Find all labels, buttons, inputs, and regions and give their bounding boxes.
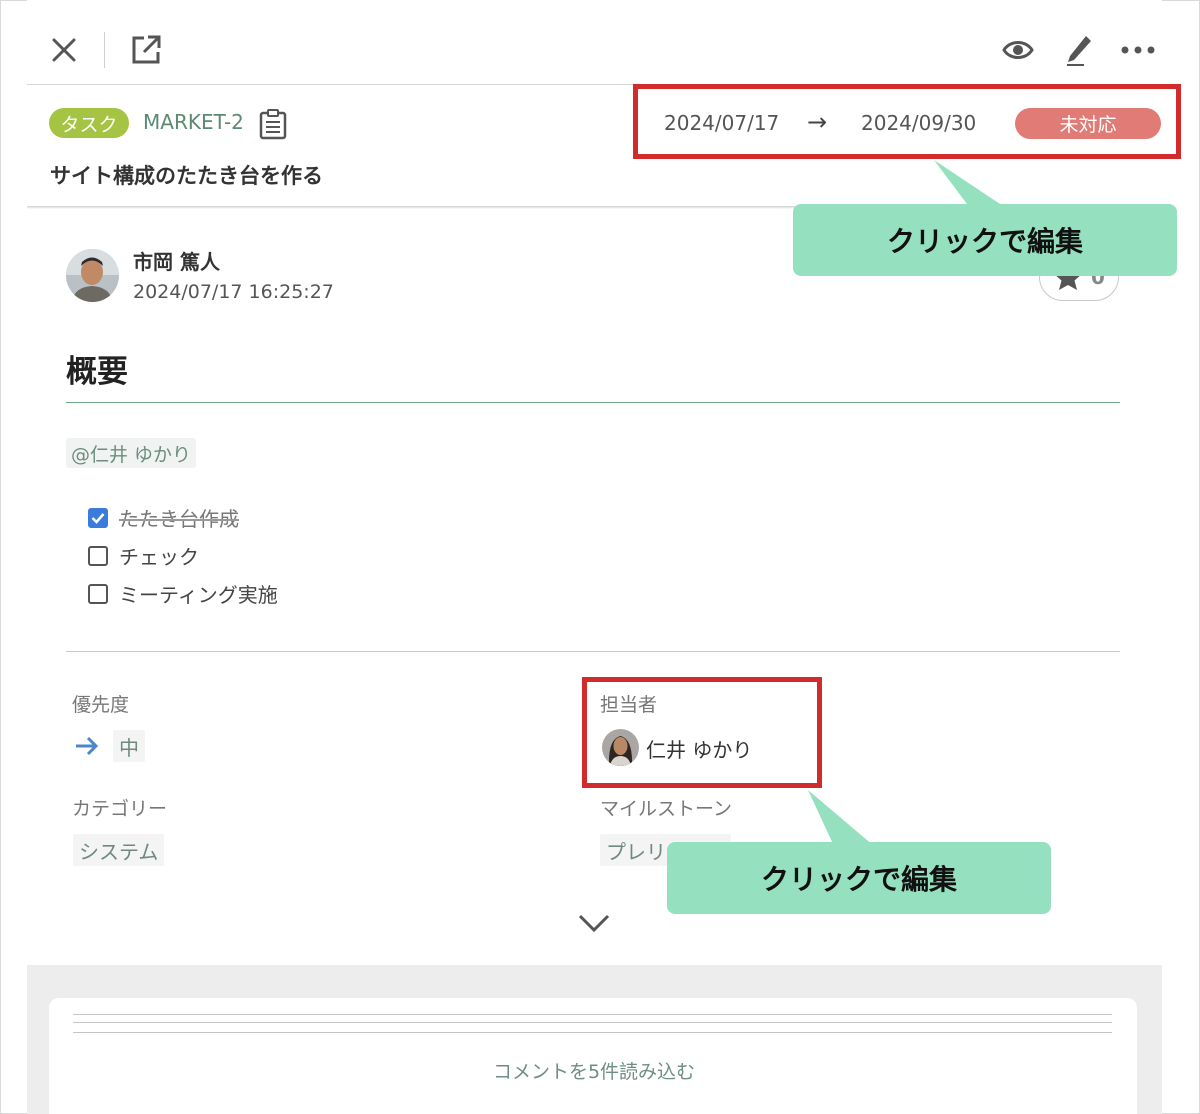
comments-card xyxy=(49,998,1137,1114)
comment-divider xyxy=(73,1022,1112,1023)
edit-hint-callout: クリックで編集 xyxy=(793,204,1177,276)
more-icon[interactable] xyxy=(1118,36,1158,64)
date-arrow: → xyxy=(807,108,828,136)
status-badge[interactable]: 未対応 xyxy=(1015,108,1161,139)
chevron-down-icon[interactable] xyxy=(578,912,610,938)
due-date[interactable]: 2024/09/30 xyxy=(861,111,976,135)
close-icon[interactable] xyxy=(47,33,81,67)
section-heading: 概要 xyxy=(66,354,128,390)
checklist-label: たたき台作成 xyxy=(119,507,239,531)
checklist-item[interactable]: チェック xyxy=(88,541,199,570)
assignee-value[interactable]: 仁井 ゆかり xyxy=(646,734,752,763)
checklist-item[interactable]: たたき台作成 xyxy=(88,503,239,532)
start-date[interactable]: 2024/07/17 xyxy=(664,111,779,135)
priority-label: 優先度 xyxy=(72,694,130,716)
section-divider xyxy=(66,402,1120,403)
priority-value[interactable]: 中 xyxy=(113,730,145,762)
checklist-label: チェック xyxy=(119,545,199,569)
pen-icon[interactable] xyxy=(1061,31,1097,69)
eye-icon[interactable] xyxy=(1000,33,1036,67)
author-name: 市岡 篤人 xyxy=(133,250,220,274)
checkbox-checked[interactable] xyxy=(88,507,108,528)
assignee-avatar xyxy=(602,729,639,766)
comment-divider xyxy=(73,1014,1112,1015)
checklist-label: ミーティング実施 xyxy=(119,583,278,607)
post-timestamp: 2024/07/17 16:25:27 xyxy=(133,281,334,303)
arrow-right-icon xyxy=(74,735,100,761)
toolbar-divider xyxy=(27,84,1162,85)
clipboard-icon[interactable] xyxy=(258,108,288,144)
checkbox[interactable] xyxy=(88,583,108,604)
external-link-icon[interactable] xyxy=(127,31,165,69)
load-comments-link[interactable]: コメントを5件読み込む xyxy=(0,1057,1188,1084)
category-label: カテゴリー xyxy=(72,798,168,820)
callout-tail xyxy=(808,790,874,846)
callout-tail xyxy=(934,160,1006,208)
issue-title: サイト構成のたたき台を作る xyxy=(50,164,323,188)
category-value[interactable]: システム xyxy=(73,834,165,866)
toolbar-separator xyxy=(104,32,105,68)
author-avatar xyxy=(66,249,119,302)
issue-key[interactable]: MARKET-2 xyxy=(143,110,244,134)
issue-type-badge: タスク xyxy=(49,108,129,138)
comment-divider xyxy=(73,1032,1112,1033)
mention-tag[interactable]: @仁井 ゆかり xyxy=(66,438,197,468)
checklist-item[interactable]: ミーティング実施 xyxy=(88,579,278,608)
edit-hint-callout: クリックで編集 xyxy=(667,842,1051,914)
assignee-label: 担当者 xyxy=(600,694,658,716)
properties-divider xyxy=(66,651,1120,652)
milestone-label: マイルストーン xyxy=(600,798,733,820)
checkbox[interactable] xyxy=(88,545,108,566)
